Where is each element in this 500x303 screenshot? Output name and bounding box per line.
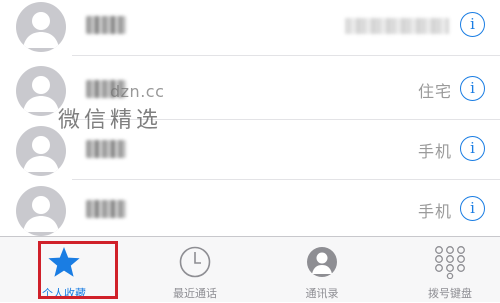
contact-type-label: 住宅 bbox=[417, 82, 452, 101]
person-silhouette-icon bbox=[23, 136, 59, 172]
info-icon[interactable]: i bbox=[460, 136, 485, 161]
tab-contacts[interactable]: 通讯录 bbox=[272, 237, 372, 303]
avatar bbox=[16, 2, 66, 52]
contact-name-redacted bbox=[86, 16, 126, 34]
person-silhouette-icon bbox=[23, 12, 59, 48]
tab-label: 通讯录 bbox=[305, 287, 339, 300]
row-divider bbox=[72, 55, 500, 56]
contact-type-label: 手机 bbox=[417, 142, 452, 161]
contact-detail-redacted bbox=[345, 18, 449, 34]
info-icon[interactable]: i bbox=[460, 76, 485, 101]
list-item[interactable]: i bbox=[0, 0, 500, 56]
tab-bar: 个人收藏 最近通话 通讯录 拨号键盘 bbox=[0, 236, 500, 302]
avatar bbox=[16, 66, 66, 116]
person-silhouette-icon bbox=[23, 76, 59, 112]
tab-keypad[interactable]: 拨号键盘 bbox=[400, 237, 500, 303]
list-item[interactable]: 手机 i bbox=[0, 180, 500, 236]
clock-icon bbox=[178, 245, 212, 279]
contact-name-redacted bbox=[86, 140, 126, 158]
contact-name-redacted bbox=[86, 200, 126, 218]
tab-label: 拨号键盘 bbox=[428, 287, 472, 300]
info-icon[interactable]: i bbox=[460, 196, 485, 221]
avatar bbox=[16, 186, 66, 236]
favorites-list: i 住宅 i 手机 i 手机 i dzn.cc 微信精选 bbox=[0, 0, 500, 236]
tab-label: 个人收藏 bbox=[42, 287, 86, 300]
contact-name-redacted bbox=[86, 80, 126, 98]
avatar bbox=[16, 126, 66, 176]
tab-recents[interactable]: 最近通话 bbox=[145, 237, 245, 303]
list-item[interactable]: 住宅 i bbox=[0, 60, 500, 120]
tab-label: 最近通话 bbox=[173, 287, 217, 300]
info-icon[interactable]: i bbox=[460, 12, 485, 37]
contact-type-label: 手机 bbox=[417, 202, 452, 221]
tab-favorites[interactable]: 个人收藏 bbox=[14, 237, 118, 303]
list-item[interactable]: 手机 i bbox=[0, 120, 500, 180]
person-silhouette-icon bbox=[23, 196, 59, 232]
keypad-icon bbox=[433, 245, 467, 280]
contacts-icon bbox=[305, 245, 339, 279]
star-icon bbox=[47, 245, 81, 279]
